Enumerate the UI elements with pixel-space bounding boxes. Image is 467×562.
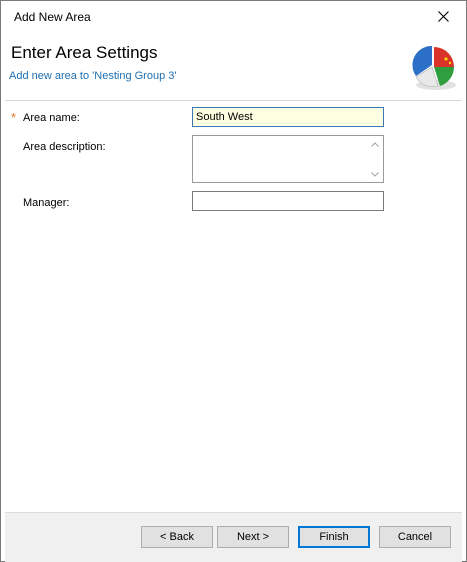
form-panel: * Area name: Area description: Manager: [5, 102, 462, 512]
required-marker: * [11, 110, 17, 125]
scroll-up-icon [371, 141, 379, 147]
close-icon [437, 10, 449, 22]
finish-button[interactable]: Finish [298, 526, 370, 548]
wizard-footer: < Back Next > Finish Cancel [5, 512, 462, 562]
add-new-area-dialog: Add New Area Enter Area Settings Add new… [0, 0, 467, 562]
area-name-input[interactable] [192, 107, 384, 127]
manager-input[interactable] [192, 191, 384, 211]
wizard-header: Enter Area Settings Add new area to 'Nes… [5, 31, 462, 101]
title-bar: Add New Area [1, 1, 466, 31]
area-description-label: Area description: [23, 141, 106, 153]
next-button[interactable]: Next > [217, 526, 289, 548]
scroll-up-button[interactable] [369, 139, 381, 149]
back-button[interactable]: < Back [141, 526, 213, 548]
area-name-label: Area name: [23, 112, 80, 124]
scroll-down-button[interactable] [369, 169, 381, 179]
manager-label: Manager: [23, 197, 70, 209]
area-description-input[interactable] [192, 135, 384, 183]
window-title: Add New Area [14, 10, 91, 24]
close-button[interactable] [420, 1, 466, 31]
page-title: Enter Area Settings [11, 43, 158, 62]
cancel-button[interactable]: Cancel [379, 526, 451, 548]
scroll-down-icon [371, 171, 379, 177]
pie-chart-logo-icon [412, 45, 456, 90]
page-subtitle: Add new area to 'Nesting Group 3' [9, 70, 177, 82]
